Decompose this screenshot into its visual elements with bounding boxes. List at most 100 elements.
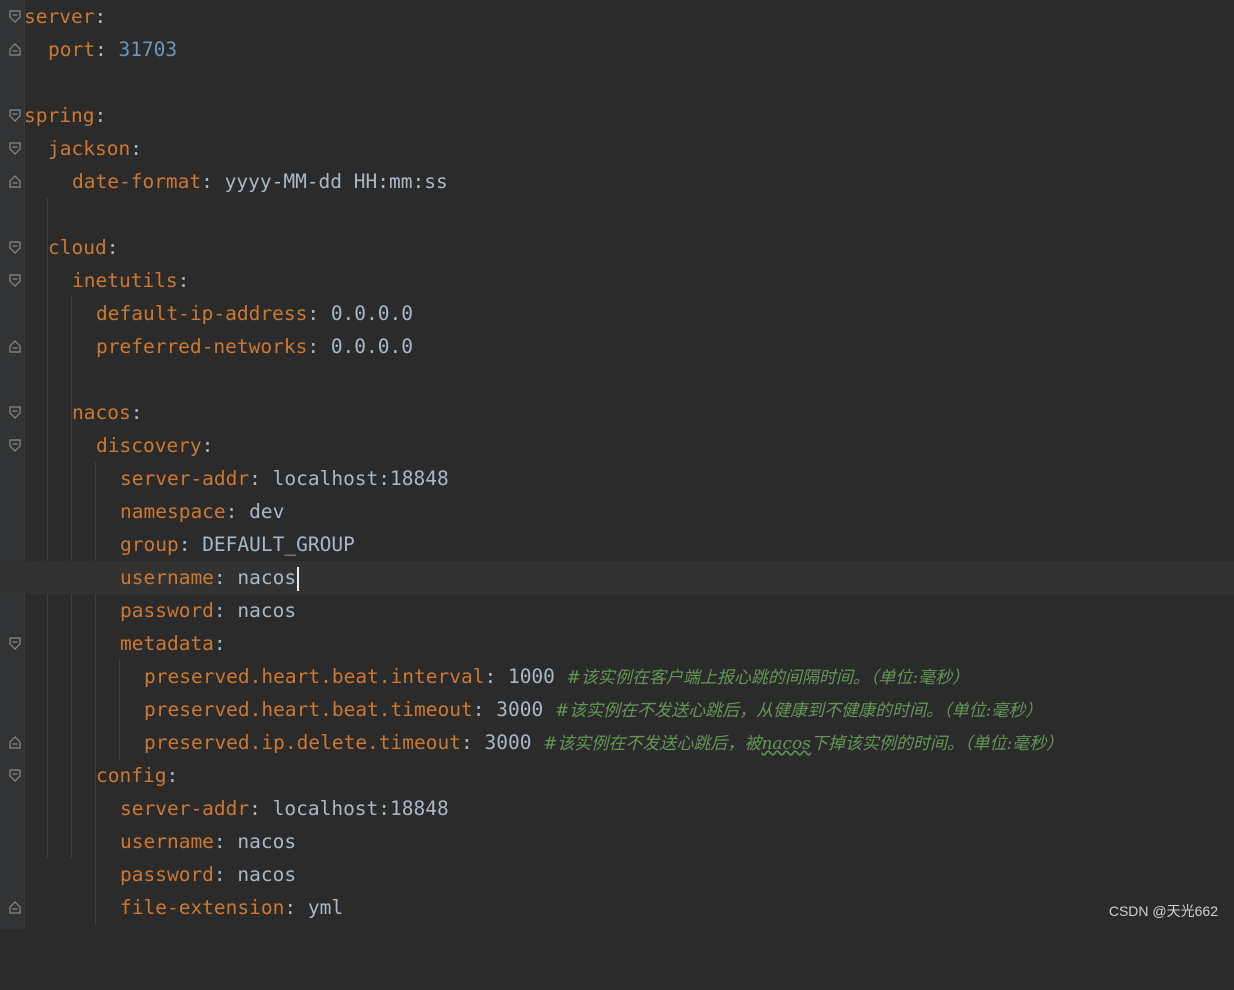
yaml-value: DEFAULT_GROUP (202, 533, 355, 556)
code-line[interactable]: discovery: (0, 429, 1234, 462)
code-line[interactable]: jackson: (0, 132, 1234, 165)
yaml-colon: : (460, 731, 485, 754)
yaml-key: spring (24, 104, 95, 127)
yaml-comment: #该实例在不发送心跳后，从健康到不健康的时间。（单位:毫秒） (554, 701, 1043, 721)
yaml-colon: : (213, 599, 238, 622)
yaml-key: preserved.heart.beat.interval (144, 665, 485, 688)
fold-open-icon[interactable] (9, 109, 21, 123)
yaml-colon: : (213, 566, 238, 589)
yaml-key: username (120, 830, 214, 853)
yaml-colon: : (484, 665, 508, 688)
yaml-comment: #该实例在客户端上报心跳的间隔时间。（单位:毫秒） (566, 668, 970, 688)
yaml-key: namespace (120, 500, 226, 523)
yaml-value: nacos (237, 830, 297, 853)
yaml-colon: : (249, 797, 273, 820)
fold-close-icon[interactable] (9, 339, 21, 353)
fold-close-icon[interactable] (9, 900, 21, 914)
fold-close-icon[interactable] (9, 174, 21, 188)
code-line[interactable]: server-addr: localhost:18848 (0, 462, 1234, 495)
code-line[interactable]: namespace: dev (0, 495, 1234, 528)
yaml-colon: : (307, 302, 331, 325)
yaml-colon: : (178, 533, 203, 556)
code-line[interactable]: cloud: (0, 231, 1234, 264)
code-line[interactable]: preserved.ip.delete.timeout: 3000 #该实例在不… (0, 726, 1234, 759)
yaml-value: localhost:18848 (272, 797, 449, 820)
yaml-key: nacos (72, 401, 131, 424)
yaml-value: localhost:18848 (272, 467, 449, 490)
code-line[interactable]: username: nacos (0, 825, 1234, 858)
code-line[interactable]: spring: (0, 99, 1234, 132)
code-line[interactable]: preferred-networks: 0.0.0.0 (0, 330, 1234, 363)
code-editor[interactable]: server: port: 31703 spring: jackson: dat… (0, 0, 1234, 929)
yaml-colon: : (166, 764, 179, 787)
yaml-key: jackson (48, 137, 131, 160)
fold-open-icon[interactable] (9, 637, 21, 651)
yaml-value: dev (249, 500, 285, 523)
yaml-key: default-ip-address (96, 302, 308, 325)
yaml-value: 3000 (496, 698, 544, 721)
code-line[interactable]: default-ip-address: 0.0.0.0 (0, 297, 1234, 330)
yaml-colon: : (94, 104, 107, 127)
yaml-value: nacos (237, 599, 297, 622)
code-line[interactable]: nacos: (0, 396, 1234, 429)
yaml-number-value: 31703 (118, 38, 178, 61)
yaml-key: cloud (48, 236, 107, 259)
yaml-colon: : (213, 632, 226, 655)
yaml-colon: : (225, 500, 250, 523)
code-line[interactable]: group: DEFAULT_GROUP (0, 528, 1234, 561)
fold-open-icon[interactable] (9, 274, 21, 288)
yaml-colon: : (201, 170, 225, 193)
fold-open-icon[interactable] (9, 142, 21, 156)
code-line-current[interactable]: username: nacos (0, 561, 1234, 594)
yaml-key: file-extension (120, 896, 285, 919)
code-line[interactable]: config: (0, 759, 1234, 792)
code-line[interactable]: port: 31703 (0, 33, 1234, 66)
yaml-colon: : (130, 401, 143, 424)
yaml-colon: : (249, 467, 273, 490)
yaml-colon: : (284, 896, 308, 919)
fold-open-icon[interactable] (9, 769, 21, 783)
fold-close-icon[interactable] (9, 42, 21, 56)
fold-open-icon[interactable] (9, 10, 21, 24)
yaml-key: server-addr (120, 467, 250, 490)
yaml-colon: : (201, 434, 214, 457)
fold-close-icon[interactable] (9, 735, 21, 749)
yaml-key: discovery (96, 434, 202, 457)
yaml-key: inetutils (72, 269, 178, 292)
yaml-value: 3000 (484, 731, 532, 754)
code-line[interactable]: password: nacos (0, 594, 1234, 627)
text-caret (297, 566, 300, 591)
yaml-value: yyyy-MM-dd HH:mm:ss (224, 170, 448, 193)
yaml-key: metadata (120, 632, 214, 655)
fold-open-icon[interactable] (9, 406, 21, 420)
code-line[interactable]: server-addr: localhost:18848 (0, 792, 1234, 825)
code-line[interactable]: preserved.heart.beat.timeout: 3000 #该实例在… (0, 693, 1234, 726)
yaml-key: preserved.heart.beat.timeout (144, 698, 473, 721)
code-line[interactable]: preserved.heart.beat.interval: 1000 #该实例… (0, 660, 1234, 693)
code-line[interactable]: password: nacos (0, 858, 1234, 891)
code-line[interactable]: metadata: (0, 627, 1234, 660)
yaml-key: preserved.ip.delete.timeout (144, 731, 461, 754)
yaml-key: preferred-networks (96, 335, 308, 358)
yaml-key: username (120, 566, 214, 589)
yaml-colon: : (472, 698, 497, 721)
yaml-key: password (120, 599, 214, 622)
yaml-key: date-format (72, 170, 202, 193)
yaml-colon: : (94, 38, 119, 61)
yaml-colon: : (130, 137, 142, 160)
code-line[interactable]: server: (0, 0, 1234, 33)
watermark: CSDN @天光662 (1108, 903, 1218, 919)
comment-text: 下掉该实例的时间。（单位:毫秒） (811, 734, 1064, 754)
fold-open-icon[interactable] (9, 439, 21, 453)
code-line[interactable]: date-format: yyyy-MM-dd HH:mm:ss (0, 165, 1234, 198)
yaml-colon: : (106, 236, 119, 259)
yaml-colon: : (177, 269, 190, 292)
yaml-key: server (24, 5, 95, 28)
yaml-key: password (120, 863, 214, 886)
yaml-value: yml (307, 896, 344, 919)
fold-open-icon[interactable] (9, 241, 21, 255)
code-line[interactable]: file-extension: yml (0, 891, 1234, 924)
yaml-comment: #该实例在不发送心跳后，被nacos下掉该实例的时间。（单位:毫秒） (543, 734, 1063, 754)
code-line[interactable]: inetutils: (0, 264, 1234, 297)
yaml-colon: : (213, 863, 238, 886)
